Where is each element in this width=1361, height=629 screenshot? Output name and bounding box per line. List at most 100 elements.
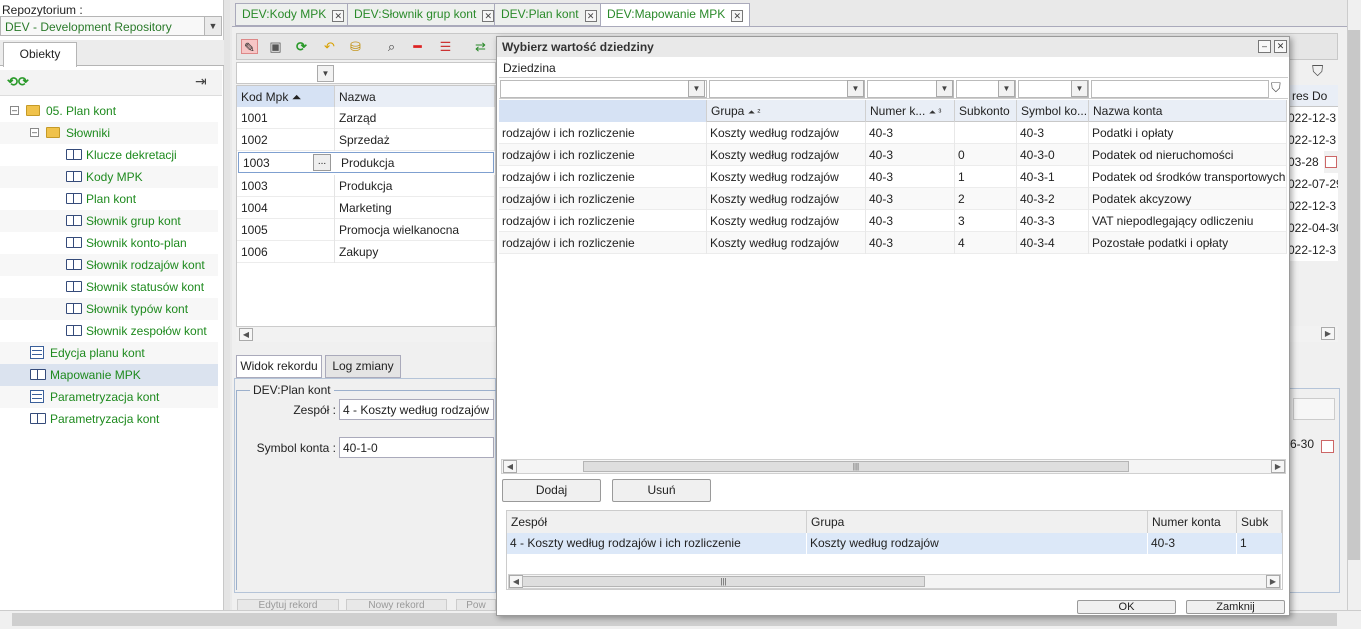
symbol-konta-field[interactable]: 40-1-0 [339, 437, 494, 458]
list-check-icon[interactable]: ☰ [437, 39, 454, 54]
table-row[interactable]: 1005 Promocja wielkanocna [237, 219, 495, 241]
binoculars-icon[interactable]: ⌕ [383, 39, 400, 54]
column-header-numer-konta[interactable]: Numer k... ⏶ ³ [866, 100, 955, 122]
close-button[interactable]: Zamknij [1186, 600, 1285, 614]
column-header-res-do[interactable]: res Do [1288, 85, 1338, 107]
remove-button[interactable]: Usuń [612, 479, 711, 502]
hscroll-thumb[interactable]: ||| [522, 576, 925, 587]
column-header-zespol[interactable]: Zespół [507, 511, 807, 533]
tree-item[interactable]: Kody MPK [0, 166, 218, 188]
tree-item[interactable]: Edycja planu kont [0, 342, 218, 364]
tab-mapowanie-mpk[interactable]: DEV:Mapowanie MPK ✕ [600, 3, 751, 27]
close-icon[interactable]: ✕ [731, 10, 744, 22]
column-header-grupa[interactable]: Grupa ⏶ ² [707, 100, 866, 122]
tree-item[interactable]: – 05. Plan kont [0, 100, 218, 122]
column-header-kod-mpk[interactable]: Kod Mpk ⏶ [237, 86, 335, 108]
table-row[interactable]: 1006 Zakupy [237, 241, 495, 263]
vscroll-thumb[interactable] [1348, 30, 1360, 560]
grid-hscrollbar[interactable]: ◀ [236, 326, 496, 342]
chevron-down-icon[interactable]: ▼ [1071, 80, 1088, 97]
tree-item[interactable]: – Słowniki [0, 122, 218, 144]
right-hscrollbar[interactable]: ▶ [1288, 326, 1338, 342]
splitter[interactable] [224, 0, 230, 610]
chevron-down-icon[interactable]: ▼ [317, 65, 334, 82]
refresh-icon[interactable]: ⟳ [293, 39, 310, 54]
close-icon[interactable]: ✕ [1274, 40, 1287, 53]
tab-objects[interactable]: Obiekty [3, 42, 77, 67]
column-header-nazwa[interactable]: Nazwa [335, 86, 495, 108]
tree-item[interactable]: Plan kont [0, 188, 218, 210]
save-icon[interactable]: ▣ [267, 39, 284, 54]
column-header-subkonto[interactable]: Subk [1237, 511, 1282, 533]
column-header-subkonto[interactable]: Subkonto [955, 100, 1017, 122]
database-icon[interactable]: ⛁ [347, 39, 364, 54]
edit-icon[interactable]: ✎ [241, 39, 258, 55]
filter-icon[interactable]: ⛉ [1271, 80, 1281, 96]
table-row[interactable]: 1003 Produkcja [237, 175, 495, 197]
tree-item[interactable]: Słownik grup kont [0, 210, 218, 232]
selected-row[interactable]: 4 - Koszty według rodzajów i ich rozlicz… [507, 533, 1282, 555]
ok-button[interactable]: OK [1077, 600, 1176, 614]
tree-item[interactable]: Klucze dekretacji [0, 144, 218, 166]
tab-kody-mpk[interactable]: DEV:Kody MPK ✕ [235, 3, 352, 26]
column-header-zespol[interactable] [499, 100, 707, 122]
table-row[interactable]: rodzajów i ich rozliczenie Koszty według … [499, 188, 1287, 210]
add-button[interactable]: Dodaj [502, 479, 601, 502]
right-field[interactable] [1293, 398, 1335, 420]
exit-icon[interactable]: ⇥ [195, 73, 207, 90]
tab-slownik-grup-kont[interactable]: DEV:Słownik grup kont ✕ [347, 3, 502, 26]
table-row[interactable]: rodzajów i ich rozliczenie Koszty według … [499, 210, 1287, 232]
table-row[interactable]: rodzajów i ich rozliczenie Koszty według … [499, 232, 1287, 254]
column-header-grupa[interactable]: Grupa [807, 511, 1148, 533]
scroll-right-icon[interactable]: ▶ [1266, 575, 1280, 588]
table-row[interactable]: rodzajów i ich rozliczenie Koszty według … [499, 122, 1287, 144]
collapse-icon[interactable]: – [30, 128, 39, 137]
tree-item[interactable]: Słownik statusów kont [0, 276, 218, 298]
calendar-icon[interactable] [1325, 156, 1337, 168]
chevron-down-icon[interactable]: ▼ [688, 80, 705, 97]
scroll-right-icon[interactable]: ▶ [1271, 460, 1285, 473]
chevron-down-icon[interactable]: ▼ [847, 80, 864, 97]
refresh-icon[interactable]: ⟲⟳ [7, 74, 29, 90]
filter-input[interactable] [500, 80, 707, 98]
filter-input[interactable] [709, 80, 865, 98]
table-row[interactable]: 1002 Sprzedaż [237, 129, 495, 151]
tab-widok-rekordu[interactable]: Widok rekordu [236, 355, 322, 378]
tree-item[interactable]: Słownik typów kont [0, 298, 218, 320]
tree-item[interactable]: Słownik zespołów kont [0, 320, 218, 342]
column-header-numer-konta[interactable]: Numer konta [1148, 511, 1237, 533]
tab-log-zmiany[interactable]: Log zmiany [325, 355, 401, 378]
undo-icon[interactable]: ↶ [321, 39, 338, 54]
tree-item[interactable]: Słownik rodzajów kont [0, 254, 218, 276]
close-icon[interactable]: ✕ [482, 10, 495, 22]
zespol-field[interactable]: 4 - Koszty według rodzajów ... [339, 399, 494, 420]
column-header-symbol-konta[interactable]: Symbol ko... [1017, 100, 1089, 122]
chevron-down-icon[interactable]: ▼ [204, 17, 221, 35]
chevron-down-icon[interactable]: ▼ [998, 80, 1015, 97]
calendar-icon[interactable] [1321, 440, 1334, 453]
scroll-left-icon[interactable]: ◀ [239, 328, 253, 341]
filter-input[interactable] [1091, 80, 1269, 98]
filter-icon[interactable]: ⛉ [1312, 63, 1323, 80]
scroll-left-icon[interactable]: ◀ [509, 575, 523, 588]
tree-item[interactable]: Słownik konto-plan [0, 232, 218, 254]
table-row[interactable]: 1004 Marketing [237, 197, 495, 219]
right-date[interactable]: 6-30 [1290, 437, 1314, 451]
close-icon[interactable]: ✕ [332, 10, 345, 22]
minimize-icon[interactable]: – [1258, 40, 1271, 53]
edit-code[interactable]: 1003 [243, 156, 270, 170]
lookup-button[interactable]: ... [313, 154, 331, 171]
chevron-down-icon[interactable]: ▼ [936, 80, 953, 97]
repository-select[interactable]: DEV - Development Repository ▼ [0, 16, 222, 36]
column-header-nazwa-konta[interactable]: Nazwa konta [1089, 100, 1287, 122]
scroll-left-icon[interactable]: ◀ [503, 460, 517, 473]
tab-plan-kont[interactable]: DEV:Plan kont ✕ [494, 3, 604, 26]
tree-item[interactable]: Mapowanie MPK [0, 364, 218, 386]
table-row[interactable]: rodzajów i ich rozliczenie Koszty według … [499, 144, 1287, 166]
collapse-icon[interactable]: – [10, 106, 19, 115]
delete-icon[interactable]: ━ [409, 39, 426, 54]
table-row[interactable]: rodzajów i ich rozliczenie Koszty według … [499, 166, 1287, 188]
table-row[interactable]: 1001 Zarząd [237, 107, 495, 129]
tree-item[interactable]: Parametryzacja kont [0, 386, 218, 408]
scroll-right-icon[interactable]: ▶ [1321, 327, 1335, 340]
